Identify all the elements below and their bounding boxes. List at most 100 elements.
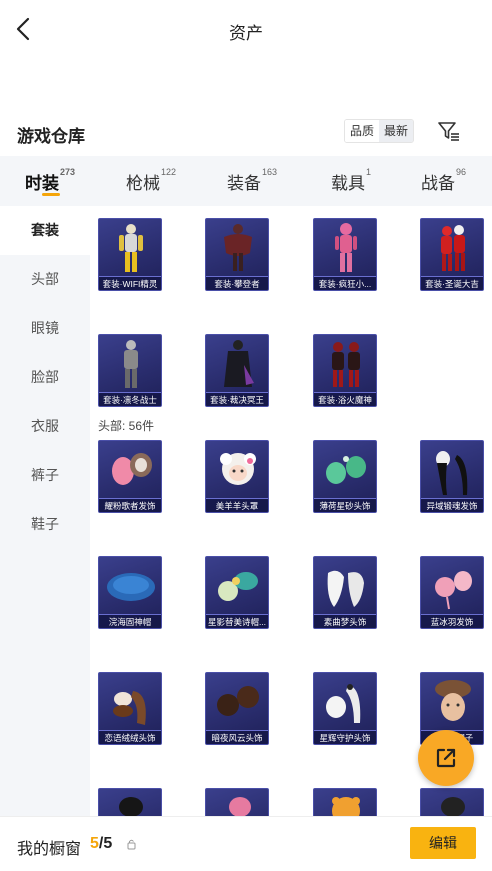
- item-card[interactable]: 薄荷星砂头饰: [313, 440, 377, 513]
- item-card[interactable]: 浣海固神帽: [98, 556, 162, 629]
- hair-dark-brown-icon: [217, 686, 259, 716]
- sidebar-item-sets[interactable]: 套装: [0, 206, 90, 255]
- item-label: 暗夜风云头饰: [206, 730, 268, 744]
- item-card[interactable]: 美羊羊头罩: [205, 440, 269, 513]
- outfit-figure-icon: [224, 224, 252, 271]
- showcase-label: 我的橱窗: [17, 841, 82, 858]
- sidebar-item-glasses[interactable]: 眼镜: [0, 304, 90, 353]
- item-card[interactable]: 异域锻魂发饰: [420, 440, 484, 513]
- item-card[interactable]: 星影替美诗帽...: [205, 556, 269, 629]
- showcase-bar: 我的橱窗 5/5 编辑: [0, 816, 492, 871]
- share-icon: [436, 748, 456, 768]
- sidebar-item-shoes[interactable]: 鞋子: [0, 500, 90, 549]
- item-label: 套装·浴火魔神: [314, 392, 376, 406]
- item-card[interactable]: 耀粉歌者发饰: [98, 440, 162, 513]
- sort-latest-option[interactable]: 最新: [379, 120, 414, 142]
- tab-count: 122: [161, 167, 177, 177]
- item-card[interactable]: 套装·攀登者: [205, 218, 269, 291]
- hair-black-white-icon: [436, 451, 468, 495]
- tab-count: 96: [456, 167, 467, 177]
- hair-pink-puff-icon: [435, 571, 472, 610]
- item-card[interactable]: 套装·疯狂小...: [313, 218, 377, 291]
- hair-teal-icon: [218, 572, 258, 601]
- item-label: 套装·裁决冥王: [206, 392, 268, 406]
- item-label: 套装·凛冬战士: [99, 392, 161, 406]
- item-label: 星影替美诗帽...: [206, 614, 268, 628]
- sheep-mask-icon: [220, 453, 256, 485]
- tab-count: 163: [262, 167, 278, 177]
- tab-guns[interactable]: 枪械122: [126, 167, 177, 194]
- edit-button[interactable]: 编辑: [410, 827, 476, 859]
- item-card[interactable]: 套装·裁决冥王: [205, 334, 269, 407]
- item-label: 素曲梦头饰: [314, 614, 376, 628]
- hair-silver-icon: [326, 684, 361, 723]
- item-label: 套装·攀登者: [206, 276, 268, 290]
- item-card[interactable]: [205, 788, 269, 816]
- tab-label: 战备: [421, 174, 455, 193]
- item-card[interactable]: 套装·圣诞大吉: [420, 218, 484, 291]
- tab-count: 1: [366, 167, 372, 177]
- category-tabs: 时装273 枪械122 装备163 载具1 战备96: [0, 156, 492, 206]
- item-card[interactable]: 星辉守护头饰: [313, 672, 377, 745]
- sidebar-item-face[interactable]: 脸部: [0, 353, 90, 402]
- showcase-count: 5/5: [90, 835, 112, 853]
- item-label: 蓝冰羽发饰: [421, 614, 483, 628]
- hat-blue-icon: [107, 573, 155, 601]
- outfit-figure-icon: [119, 224, 143, 272]
- hair-mint-icon: [326, 456, 366, 484]
- item-label: 星辉守护头饰: [314, 730, 376, 744]
- item-label: 套装·疯狂小...: [314, 276, 376, 290]
- app-header: 资产: [0, 0, 492, 58]
- item-label: 薄荷星砂头饰: [314, 498, 376, 512]
- item-label: 耀粉歌者发饰: [99, 498, 161, 512]
- item-label: 异域锻魂发饰: [421, 498, 483, 512]
- item-card[interactable]: 暗夜风云头饰: [205, 672, 269, 745]
- lock-icon: [127, 839, 136, 850]
- hair-pink-bun-icon: [229, 797, 251, 816]
- tab-label: 枪械: [126, 174, 160, 193]
- item-card[interactable]: 套装·凛冬战士: [98, 334, 162, 407]
- item-grid: 套装·WIFI精灵 套装·攀登者 套装·疯狂小... 套装·圣诞大吉 套装·凛冬…: [90, 206, 492, 816]
- sidebar-item-clothes[interactable]: 衣服: [0, 402, 90, 451]
- item-card[interactable]: [313, 788, 377, 816]
- filter-icon[interactable]: [437, 119, 461, 143]
- outfit-figure-icon: [124, 340, 138, 388]
- sidebar-item-head[interactable]: 头部: [0, 255, 90, 304]
- active-tab-indicator: [42, 193, 60, 196]
- sort-toggle: 品质 最新: [344, 119, 415, 143]
- item-card[interactable]: 套装·WIFI精灵: [98, 218, 162, 291]
- page-title: 资产: [229, 24, 263, 43]
- item-card[interactable]: 素曲梦头饰: [313, 556, 377, 629]
- tab-equipment[interactable]: 装备163: [227, 167, 278, 194]
- sidebar: 套装 头部 眼镜 脸部 衣服 裤子 鞋子: [0, 206, 90, 816]
- outfit-figure-icon: [441, 225, 465, 271]
- outfit-figure-icon: [332, 342, 360, 387]
- outfit-figure-icon: [224, 340, 254, 387]
- sort-quality-option[interactable]: 品质: [345, 120, 380, 142]
- tab-vehicles[interactable]: 载具1: [331, 167, 372, 194]
- tab-fashion[interactable]: 时装273: [25, 167, 75, 194]
- item-label: 恋语绒绒头饰: [99, 730, 161, 744]
- share-button[interactable]: [418, 730, 474, 786]
- item-card[interactable]: 蓝冰羽发饰: [420, 556, 484, 629]
- tab-battle-gear[interactable]: 战备96: [421, 167, 467, 194]
- hair-dark-icon: [441, 797, 465, 816]
- tab-label: 时装: [25, 174, 59, 193]
- tab-label: 载具: [331, 174, 365, 193]
- hair-black-icon: [119, 797, 143, 816]
- item-card[interactable]: [420, 788, 484, 816]
- hair-pink-icon: [112, 453, 152, 485]
- item-label: 浣海固神帽: [99, 614, 161, 628]
- tiger-mask-icon: [332, 797, 360, 816]
- hair-white-icon: [327, 570, 364, 607]
- hair-brown-icon: [113, 691, 146, 725]
- sidebar-item-pants[interactable]: 裤子: [0, 451, 90, 500]
- item-label: 套装·圣诞大吉: [421, 276, 483, 290]
- head-section-label: 头部: 56件: [98, 419, 155, 433]
- item-label: 套装·WIFI精灵: [99, 276, 161, 290]
- showcase-total: /5: [98, 835, 113, 852]
- item-card[interactable]: 套装·浴火魔神: [313, 334, 377, 407]
- item-card[interactable]: [98, 788, 162, 816]
- item-card[interactable]: 恋语绒绒头饰: [98, 672, 162, 745]
- fur-hat-icon: [435, 680, 471, 721]
